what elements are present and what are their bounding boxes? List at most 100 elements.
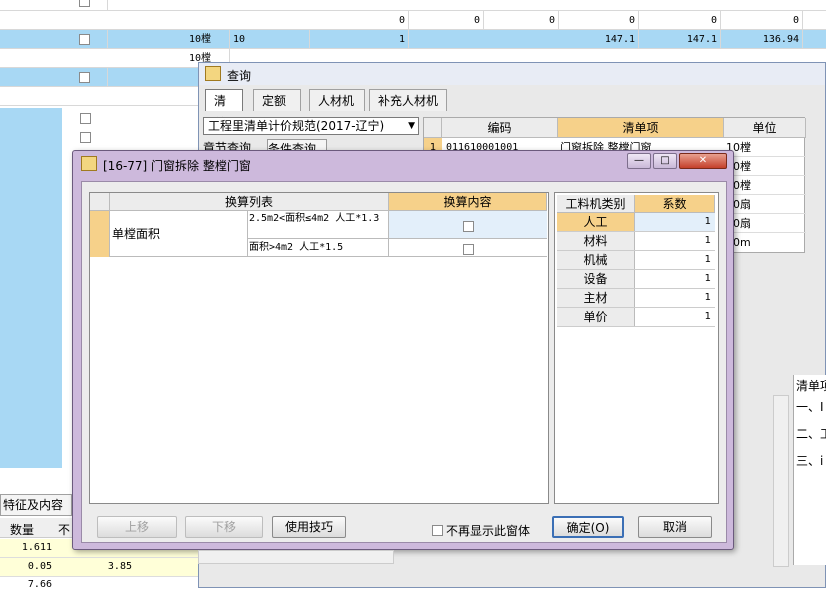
col-unit[interactable]: 单位 [724, 118, 806, 138]
panel-item: 一、I [796, 400, 824, 414]
quantity-cell: 0.05 [27, 561, 52, 572]
factor-value[interactable]: 1 [635, 308, 715, 326]
usage-tips-button[interactable]: 使用技巧 [272, 516, 346, 538]
panel-item: 二、工 [796, 427, 826, 441]
factor-value[interactable]: 1 [635, 213, 715, 231]
cell: 0 [559, 11, 639, 30]
factor-category: 材料 [557, 232, 635, 250]
cell-quantity: 10 [230, 30, 310, 49]
cell: 147.1 [639, 30, 721, 49]
quantity-cell: 7.66 [27, 579, 52, 590]
standard-select-value: 工程里清单计价规范(2017-辽宁) [208, 119, 385, 133]
unit-cell: 10樘 [724, 157, 806, 176]
row-checkbox[interactable] [79, 131, 91, 143]
option-text: 面积>4m2 人工*1.5 [248, 239, 389, 257]
row-checkbox[interactable] [79, 71, 90, 83]
unit-cell: 10樘 [724, 138, 806, 157]
col-bill-item[interactable]: 清单项 [558, 118, 724, 138]
bill-description-panel: 清单项 一、I 二、工 三、i [793, 375, 826, 565]
horizontal-scrollbar[interactable] [198, 550, 394, 564]
cell: 0 [484, 11, 559, 30]
row-checkbox[interactable] [79, 112, 91, 124]
dialog-title-bar: [16-77] 门窗拆除 整樘门窗 — □ ✕ [73, 151, 733, 177]
cell: 0 [639, 11, 721, 30]
maximize-icon[interactable]: □ [653, 153, 677, 169]
app-icon [205, 66, 221, 81]
col-quantity: 数量 [10, 523, 35, 537]
dialog-title: [16-77] 门窗拆除 整樘门窗 [103, 159, 251, 173]
bottom-header: 数量 不 [0, 518, 72, 538]
minimize-icon[interactable]: — [627, 153, 651, 169]
unit-cell: 10m [726, 236, 751, 249]
standard-select[interactable]: 工程里清单计价规范(2017-辽宁) ▼ [203, 117, 419, 135]
close-icon[interactable]: ✕ [679, 153, 727, 169]
factor-value[interactable]: 1 [635, 270, 715, 288]
tab-quota[interactable]: 定额 [253, 89, 301, 111]
option-checkbox[interactable] [462, 220, 474, 232]
tab-material[interactable]: 人材机 [309, 89, 365, 111]
factor-category: 单价 [557, 308, 635, 326]
cell: 147.1 [559, 30, 639, 49]
row-marker [90, 211, 110, 257]
table-row[interactable]: 0 0 0 0 0 0 [0, 11, 826, 30]
factor-value[interactable]: 1 [635, 251, 715, 269]
cell: 1 [354, 30, 409, 49]
value-cell: 3.85 [107, 561, 132, 572]
cell: 0 [721, 11, 803, 30]
ok-button[interactable]: 确定(O) [552, 516, 624, 538]
factor-list: 人工 1 材料 1 机械 1 设备 1 主材 1 单价 1 [557, 213, 715, 327]
factor-category: 主材 [557, 289, 635, 307]
row-checkbox[interactable] [79, 33, 90, 45]
cell: 0 [409, 11, 484, 30]
tab-bill[interactable]: 清单 [205, 89, 243, 130]
dont-show-checkbox[interactable] [432, 524, 443, 536]
move-up-button[interactable]: 上移 [97, 516, 177, 538]
factor-category: 设备 [557, 270, 635, 288]
unit-cell: 10扇 [724, 195, 806, 214]
tab-supplement-material[interactable]: 补充人材机 [369, 89, 447, 111]
dont-show-again[interactable]: 不再显示此窗体 [432, 522, 530, 538]
factor-value[interactable]: 1 [635, 232, 715, 250]
group-label: 单樘面积 [110, 211, 248, 257]
option-cell [389, 211, 547, 239]
vertical-scrollbar[interactable] [773, 395, 789, 567]
option-checkbox[interactable] [462, 243, 474, 255]
query-title-bar: 查询 [199, 63, 825, 85]
row-checkbox[interactable] [79, 0, 90, 7]
chevron-down-icon: ▼ [408, 121, 415, 131]
col-conversion-content: 换算内容 [389, 193, 547, 211]
cell: 136.94 [721, 30, 803, 49]
features-tab[interactable]: 特征及内容 [0, 494, 72, 516]
dialog-body: 换算列表 换算内容 单樘面积 2.5m2<面积≤4m2 人工*1.3 面积>4m… [81, 181, 727, 543]
option-cell [389, 239, 547, 257]
cancel-button[interactable]: 取消 [638, 516, 712, 538]
factor-value[interactable]: 1 [635, 289, 715, 307]
conversion-dialog: [16-77] 门窗拆除 整樘门窗 — □ ✕ 换算列表 换算内容 单樘面积 2… [72, 150, 734, 550]
option-text: 2.5m2<面积≤4m2 人工*1.3 [248, 211, 389, 239]
table-row[interactable] [0, 0, 826, 11]
cell-unit: 10樘 [186, 30, 230, 49]
row-selector-column [0, 108, 62, 468]
factor-panel: 工料机类别 系数 人工 1 材料 1 机械 1 设备 1 主材 1 单价 1 [554, 192, 719, 504]
query-title: 查询 [227, 69, 252, 83]
panel-item: 三、i [796, 454, 824, 468]
query-tabs: 清单 定额 人材机 补充人材机 [205, 89, 465, 130]
factor-category: 机械 [557, 251, 635, 269]
factor-category: 人工 [557, 213, 635, 231]
col-partial: 不 [58, 523, 71, 537]
conversion-list-panel: 换算列表 换算内容 单樘面积 2.5m2<面积≤4m2 人工*1.3 面积>4m… [89, 192, 549, 504]
table-row[interactable]: 10樘 10 1 147.1 147.1 136.94 [0, 30, 826, 49]
unit-cell: 10扇 [724, 214, 806, 233]
unit-list: 10樘 10樘 10樘 10扇 10扇 10m [724, 138, 806, 252]
col-category: 工料机类别 [557, 195, 635, 213]
cell: 0 [354, 11, 409, 30]
dont-show-label: 不再显示此窗体 [446, 523, 531, 538]
quantity-cell: 1.611 [21, 542, 52, 553]
col-conversion-list: 换算列表 [110, 193, 389, 211]
panel-title: 清单项 [796, 379, 826, 393]
unit-cell: 10樘 [724, 176, 806, 195]
col-code[interactable]: 编码 [442, 118, 558, 138]
col-coefficient: 系数 [635, 195, 715, 213]
app-icon [81, 156, 97, 171]
move-down-button[interactable]: 下移 [185, 516, 263, 538]
